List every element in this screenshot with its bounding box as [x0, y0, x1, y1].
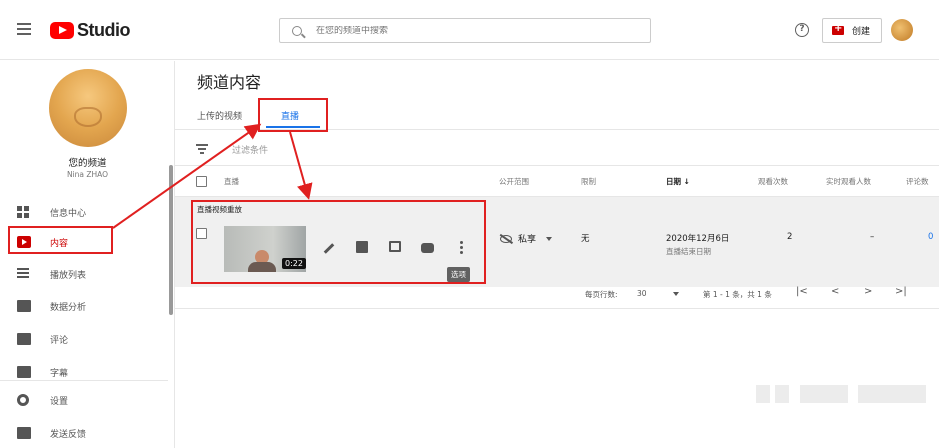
arrow-tab-to-row	[289, 131, 313, 200]
watermark	[775, 385, 789, 403]
watermark	[756, 385, 770, 403]
watermark	[858, 385, 926, 403]
annotation-arrows	[112, 123, 313, 229]
watermark	[800, 385, 848, 403]
arrow-content-to-tab	[112, 123, 262, 229]
